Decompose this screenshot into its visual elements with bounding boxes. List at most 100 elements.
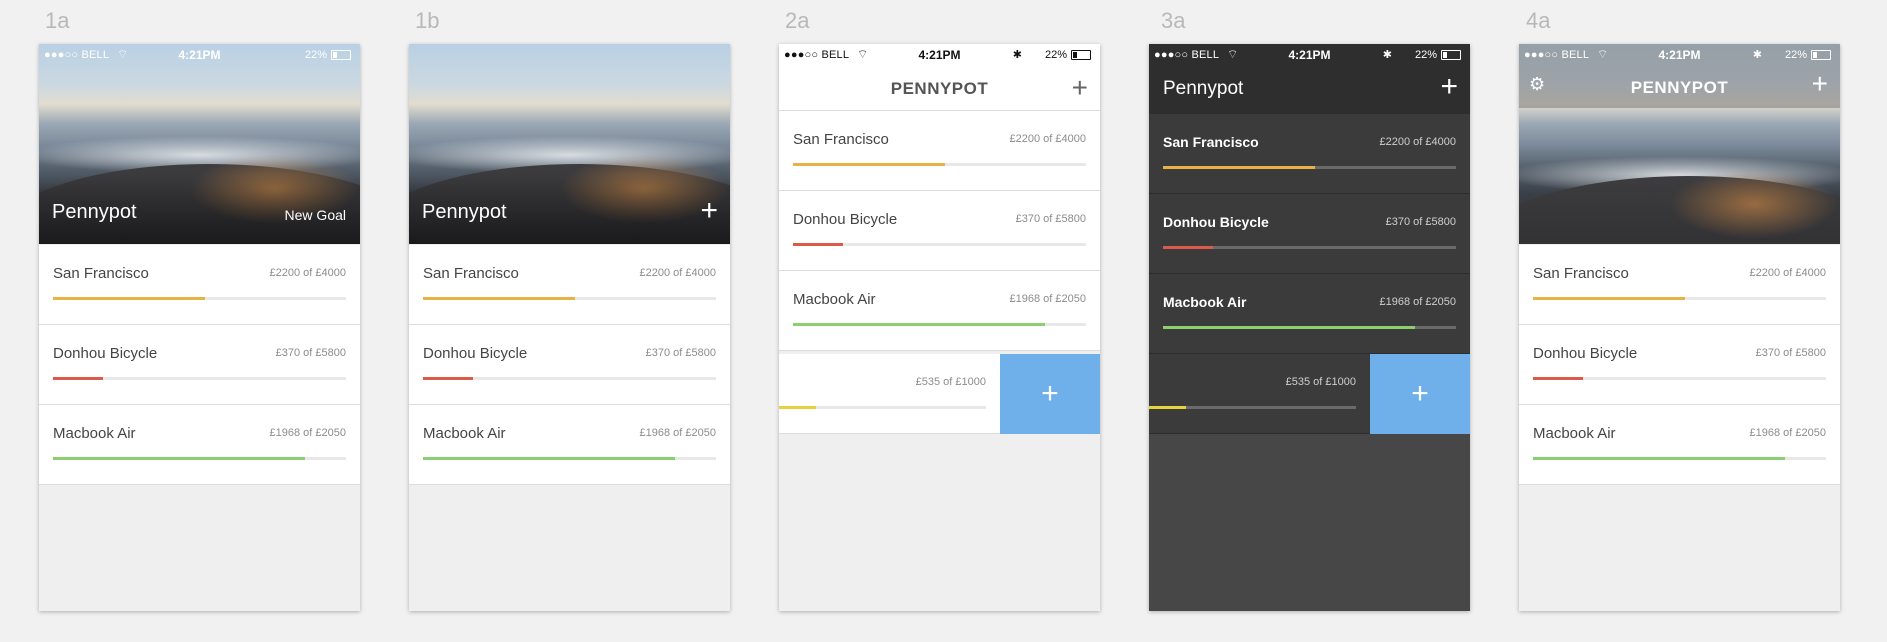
battery-icon — [1071, 50, 1091, 60]
goal-row[interactable]: San Francisco £2200 of £4000 — [39, 245, 360, 325]
goal-name: Macbook Air — [1533, 425, 1616, 442]
progress-fill — [793, 243, 843, 246]
battery-icon — [1811, 50, 1831, 60]
progress-track — [779, 406, 986, 409]
add-goal-button[interactable]: + — [1072, 72, 1088, 104]
goal-row[interactable]: San Francisco £2200 of £4000 — [409, 245, 730, 325]
bluetooth-icon: ✱ — [1382, 49, 1392, 61]
progress-fill — [1149, 406, 1187, 409]
goal-row[interactable]: Donhou Bicycle £370 of £5800 — [779, 191, 1100, 271]
goal-amount: £370 of £5800 — [645, 347, 716, 359]
progress-fill — [1163, 166, 1316, 169]
progress-fill — [423, 377, 473, 380]
progress-fill — [1533, 297, 1686, 300]
app-title: Pennypot — [422, 201, 507, 223]
goal-name: Donhou Bicycle — [1533, 345, 1638, 362]
goal-amount: £2200 of £4000 — [1379, 136, 1456, 148]
goal-row[interactable]: Macbook Air £1968 of £2050 — [779, 271, 1100, 351]
app-title: PENNYPOT — [1630, 78, 1729, 97]
screen-label-4a: 4a — [1526, 8, 1551, 33]
progress-fill — [779, 406, 817, 409]
goal-row[interactable]: Donhou Bicycle £370 of £5800 — [39, 325, 360, 405]
goal-amount: £535 of £1000 — [1285, 376, 1356, 388]
goal-amount: £535 of £1000 — [915, 376, 986, 388]
goal-row[interactable]: Donhou Bicycle £370 of £5800 — [409, 325, 730, 405]
goal-amount: £1968 of £2050 — [269, 427, 346, 439]
goal-row[interactable]: Macbook Air £1968 of £2050 — [409, 405, 730, 485]
progress-track — [423, 377, 716, 380]
app-title: Pennypot — [52, 201, 137, 223]
goal-row[interactable]: Donhou Bicycle £370 of £5800 — [1519, 325, 1840, 405]
progress-track — [53, 457, 346, 460]
screen-label-3a: 3a — [1161, 8, 1186, 33]
progress-track — [1149, 406, 1356, 409]
goal-name: Donhou Bicycle — [1163, 214, 1269, 230]
progress-track — [423, 457, 716, 460]
add-goal-button[interactable]: + — [1812, 68, 1828, 100]
progress-track — [1163, 326, 1456, 329]
goal-row[interactable]: er£535 of £1000 — [1149, 354, 1370, 434]
goal-name: San Francisco — [1163, 134, 1259, 150]
progress-track — [793, 243, 1086, 246]
phone-4a: ●●●○○ BELL ⌔ 4:21PM ✱ 22% ⚙ PENNYPOT + S… — [1519, 44, 1840, 611]
progress-fill — [423, 457, 675, 460]
goal-name: San Francisco — [1533, 265, 1629, 282]
battery-percent: 22% — [1044, 49, 1067, 61]
add-goal-button[interactable]: + — [700, 196, 718, 226]
goal-name: Donhou Bicycle — [793, 211, 898, 228]
progress-fill — [793, 163, 946, 166]
screen-label-1a: 1a — [45, 8, 70, 33]
swipe-add-button[interactable]: + — [1370, 354, 1470, 434]
nav-bar: PENNYPOT + — [779, 66, 1100, 111]
goal-row[interactable]: Macbook Air £1968 of £2050 — [1149, 274, 1470, 354]
status-bar: ●●●○○ BELL ⌔ 4:21PM ✱ 22% — [779, 44, 1100, 66]
goal-amount: £2200 of £4000 — [1749, 267, 1826, 279]
screen-label-1b: 1b — [415, 8, 440, 33]
progress-track — [793, 163, 1086, 166]
goal-name: San Francisco — [423, 265, 519, 282]
progress-fill — [423, 297, 576, 300]
status-bar: ●●●○○ BELL ⌔ 4:21PM ✱ 22% — [1149, 44, 1470, 66]
goal-row[interactable]: San Francisco £2200 of £4000 — [779, 111, 1100, 191]
progress-fill — [1163, 326, 1415, 329]
progress-track — [423, 297, 716, 300]
goal-row[interactable]: San Francisco £2200 of £4000 — [1149, 114, 1470, 194]
bluetooth-icon: ✱ — [1752, 49, 1762, 61]
goal-amount: £370 of £5800 — [275, 347, 346, 359]
goal-amount: £1968 of £2050 — [639, 427, 716, 439]
goal-name: Donhou Bicycle — [53, 345, 158, 362]
progress-track — [53, 377, 346, 380]
goal-amount: £370 of £5800 — [1015, 213, 1086, 225]
progress-track — [53, 297, 346, 300]
goal-amount: £370 of £5800 — [1755, 347, 1826, 359]
goal-row[interactable]: er£535 of £1000 — [779, 354, 1000, 434]
goal-row[interactable]: Donhou Bicycle £370 of £5800 — [1149, 194, 1470, 274]
progress-fill — [53, 377, 103, 380]
new-goal-button[interactable]: New Goal — [285, 207, 346, 223]
screen-label-2a: 2a — [785, 8, 810, 33]
goal-amount: £2200 of £4000 — [1009, 133, 1086, 145]
goal-row[interactable]: Macbook Air £1968 of £2050 — [1519, 405, 1840, 485]
goal-name: Macbook Air — [793, 291, 876, 308]
progress-fill — [1533, 377, 1583, 380]
battery-percent: 22% — [304, 49, 327, 61]
phone-1a: ●●●○○ BELL ⌔ 4:21PM 22% Pennypot New Goa… — [39, 44, 360, 611]
goal-row[interactable]: Macbook Air £1968 of £2050 — [39, 405, 360, 485]
progress-fill — [53, 457, 305, 460]
battery-percent: 22% — [1784, 49, 1807, 61]
swipe-add-button[interactable]: + — [1000, 354, 1100, 434]
progress-fill — [53, 297, 206, 300]
progress-track — [1163, 166, 1456, 169]
goal-name: Macbook Air — [1163, 294, 1247, 310]
progress-track — [793, 323, 1086, 326]
goal-amount: £1968 of £2050 — [1749, 427, 1826, 439]
progress-track — [1533, 377, 1826, 380]
phone-2a: ●●●○○ BELL ⌔ 4:21PM ✱ 22% PENNYPOT + San… — [779, 44, 1100, 611]
add-goal-button[interactable]: + — [1440, 70, 1458, 104]
progress-fill — [1163, 246, 1213, 249]
progress-fill — [1533, 457, 1785, 460]
phone-1b: Pennypot + San Francisco £2200 of £4000 Do… — [409, 44, 730, 611]
goal-amount: £2200 of £4000 — [639, 267, 716, 279]
goal-row[interactable]: San Francisco £2200 of £4000 — [1519, 245, 1840, 325]
goal-amount: £370 of £5800 — [1385, 216, 1456, 228]
